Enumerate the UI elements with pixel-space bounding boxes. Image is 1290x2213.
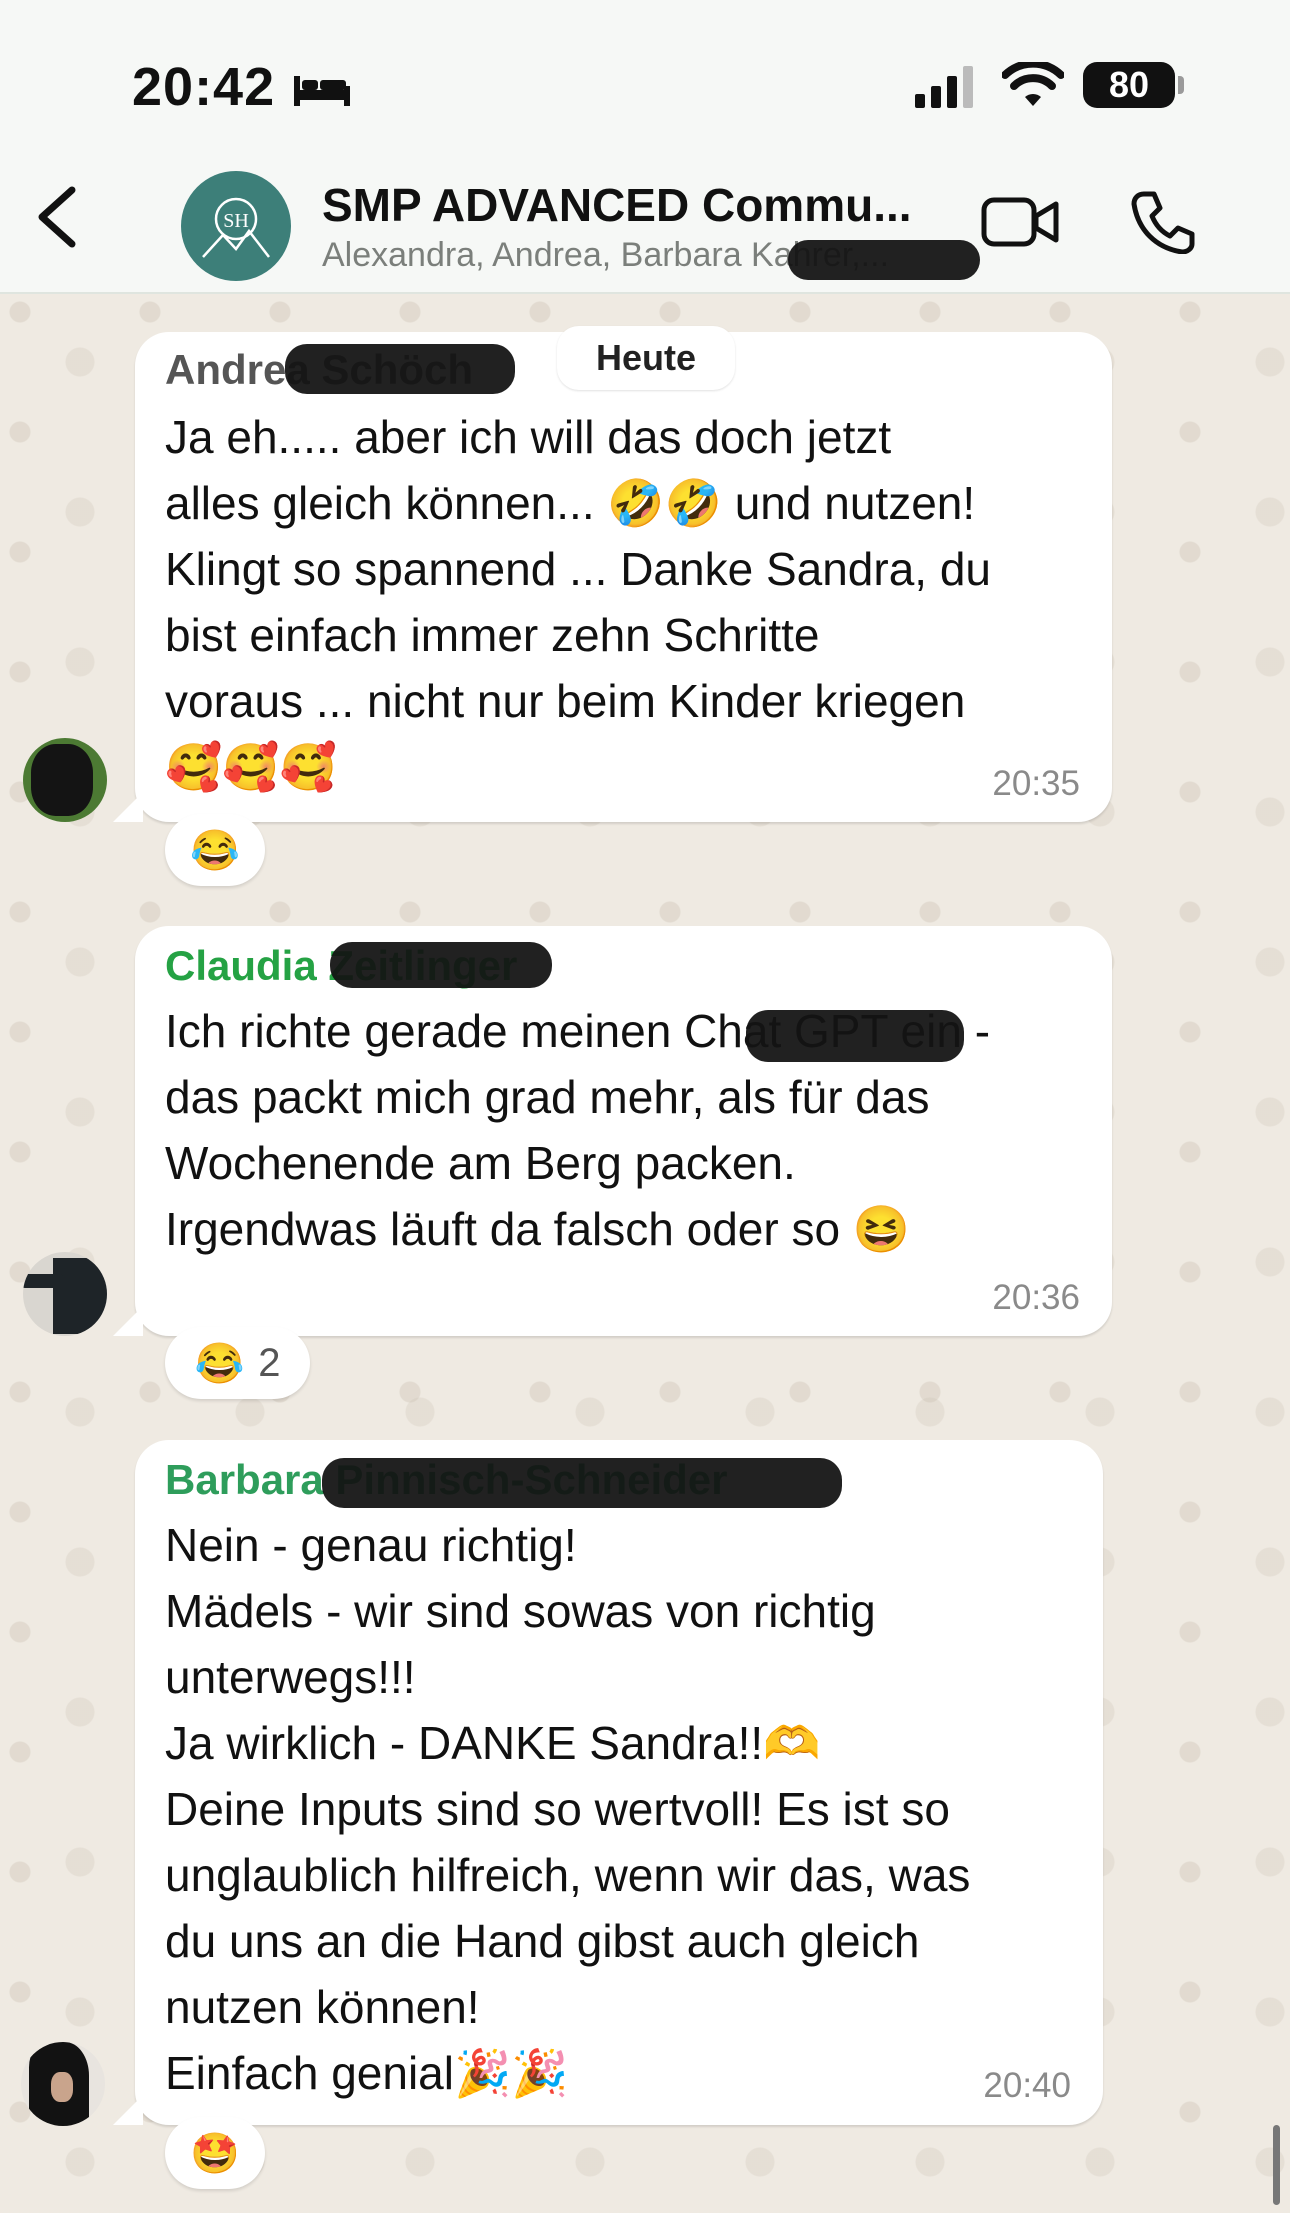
- video-call-icon[interactable]: [980, 194, 1060, 250]
- date-divider: Heute: [557, 326, 735, 390]
- status-time: 20:42: [132, 57, 276, 117]
- battery-tip: [1178, 76, 1184, 94]
- chat-title[interactable]: SMP ADVANCED Commu...: [322, 178, 942, 232]
- redaction-mark: [746, 1010, 964, 1062]
- message-text: Nein - genau richtig! Mädels - wir sind …: [165, 1519, 971, 2099]
- bubble-tail: [113, 1306, 143, 1336]
- message-time: 20:36: [992, 1278, 1080, 1317]
- message-text: Ja eh..... aber ich will das doch jetzt …: [165, 411, 992, 793]
- reaction-emoji: 😂: [190, 828, 240, 873]
- message-bubble[interactable]: Andrea Schöch Ja eh..... aber ich will d…: [113, 332, 1112, 822]
- redaction-mark: [330, 942, 552, 988]
- avatar[interactable]: [23, 738, 107, 822]
- back-chevron-icon[interactable]: [34, 186, 78, 248]
- scrollbar[interactable]: [1273, 2125, 1280, 2205]
- group-avatar[interactable]: SH: [181, 171, 291, 281]
- redaction-mark: [788, 240, 980, 280]
- message-bubble[interactable]: Barbara Pinnisch-Schneider Nein - genau …: [113, 1440, 1103, 2125]
- svg-text:SH: SH: [223, 210, 249, 232]
- reaction-badge[interactable]: 😂 2: [165, 1327, 310, 1399]
- cellular-signal-icon: [915, 66, 973, 108]
- avatar[interactable]: [23, 1252, 107, 1336]
- reaction-badge[interactable]: 😂: [165, 814, 265, 886]
- reaction-emoji: 😂: [194, 1341, 245, 1386]
- message-time: 20:35: [992, 764, 1080, 803]
- redaction-mark: [322, 1458, 842, 1508]
- wifi-icon: [1002, 62, 1064, 106]
- battery-indicator: 80: [1083, 62, 1175, 108]
- message-time: 20:40: [983, 2066, 1071, 2105]
- bubble-tail: [113, 792, 143, 822]
- bubble-tail: [113, 2095, 143, 2125]
- message-bubble[interactable]: Claudia Zeitlinger Ich richte gerade mei…: [113, 926, 1112, 1336]
- voice-call-icon[interactable]: [1130, 190, 1196, 254]
- chat-header: 20:42 80 SH SMP ADVANCED Commu... Alexan…: [0, 0, 1290, 294]
- reaction-badge[interactable]: 🤩: [165, 2117, 265, 2189]
- sleep-focus-icon: [294, 76, 350, 106]
- group-logo-icon: SH: [202, 197, 270, 258]
- reaction-emoji: 🤩: [190, 2131, 240, 2176]
- redaction-mark: [285, 344, 515, 394]
- avatar[interactable]: [21, 2042, 105, 2126]
- reaction-count: 2: [258, 1340, 281, 1385]
